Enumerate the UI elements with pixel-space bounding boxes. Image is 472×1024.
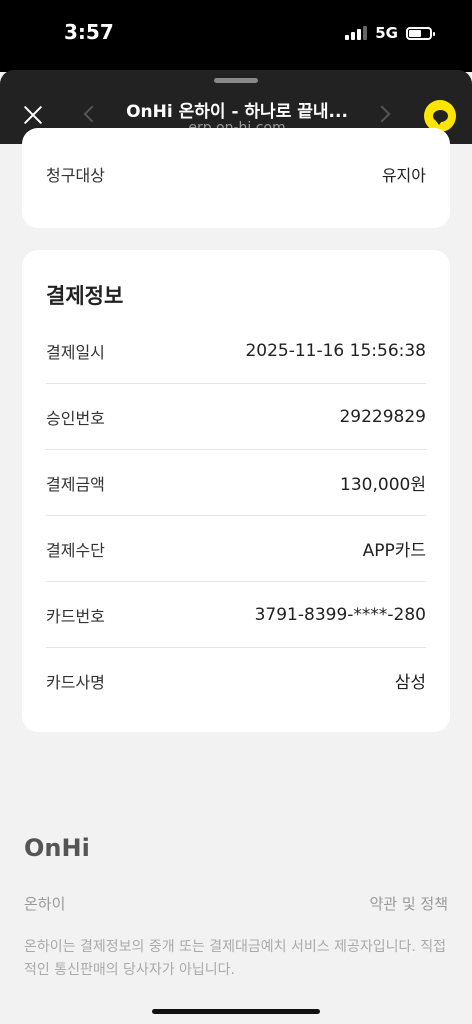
home-indicator[interactable] [152,1009,320,1014]
payment-row-value: 3791-8399-****-280 [254,604,426,625]
sheet-grabber-handle[interactable] [214,78,258,83]
billing-card: 청구대상 유지아 [22,128,450,228]
footer-links: 온하이 약관 및 정책 [24,893,448,914]
payment-row-value: 2025-11-16 15:56:38 [245,340,426,361]
payment-row-card-issuer: 카드사명 삼성 [46,648,426,713]
payment-info-title: 결제정보 [46,284,124,308]
payment-row-method: 결제수단 APP카드 [46,516,426,582]
page-title: OnHi 온하이 - 하나로 끝내... [126,102,348,122]
payment-row-label: 결제일시 [46,342,105,362]
payment-row-amount: 결제금액 130,000원 [46,450,426,516]
payment-row-label: 결제수단 [46,540,105,560]
back-arrow-icon[interactable] [83,105,101,123]
status-time: 3:57 [64,20,114,44]
signal-icon [345,26,368,40]
billing-value: 유지아 [381,166,426,185]
payment-info-card: 결제정보 결제일시 2025-11-16 15:56:38 승인번호 29229… [22,250,450,732]
battery-icon [406,26,435,40]
payment-row-label: 승인번호 [46,408,105,428]
status-bar: 3:57 5G [0,0,472,72]
payment-row-value: 삼성 [394,673,426,693]
payment-row-date: 결제일시 2025-11-16 15:56:38 [46,318,426,384]
footer-company-name: 온하이 [24,895,66,913]
footer-notice: 온하이는 결제정보의 중개 또는 결제대금예치 서비스 제공자입니다. 직접적인… [24,939,446,978]
terms-policy-link[interactable]: 약관 및 정책 [369,893,448,914]
payment-row-approval: 승인번호 29229829 [46,384,426,450]
payment-row-label: 카드사명 [46,672,105,692]
close-icon[interactable] [22,104,44,126]
status-indicators: 5G [345,24,435,42]
forward-arrow-icon[interactable] [373,105,391,123]
payment-row-value: 130,000원 [340,475,426,495]
billing-row: 청구대상 유지아 [46,162,426,186]
payment-row-label: 카드번호 [46,606,105,626]
payment-row-card-number: 카드번호 3791-8399-****-280 [46,582,426,648]
payment-info-list: 결제일시 2025-11-16 15:56:38 승인번호 29229829 결… [46,318,426,713]
payment-row-value: APP카드 [362,541,426,561]
kakao-talk-icon [432,110,448,125]
footer-logo: OnHi [24,834,90,862]
billing-label: 청구대상 [46,166,105,185]
payment-row-value: 29229829 [339,406,426,427]
payment-row-label: 결제금액 [46,474,105,494]
network-type: 5G [375,24,398,42]
